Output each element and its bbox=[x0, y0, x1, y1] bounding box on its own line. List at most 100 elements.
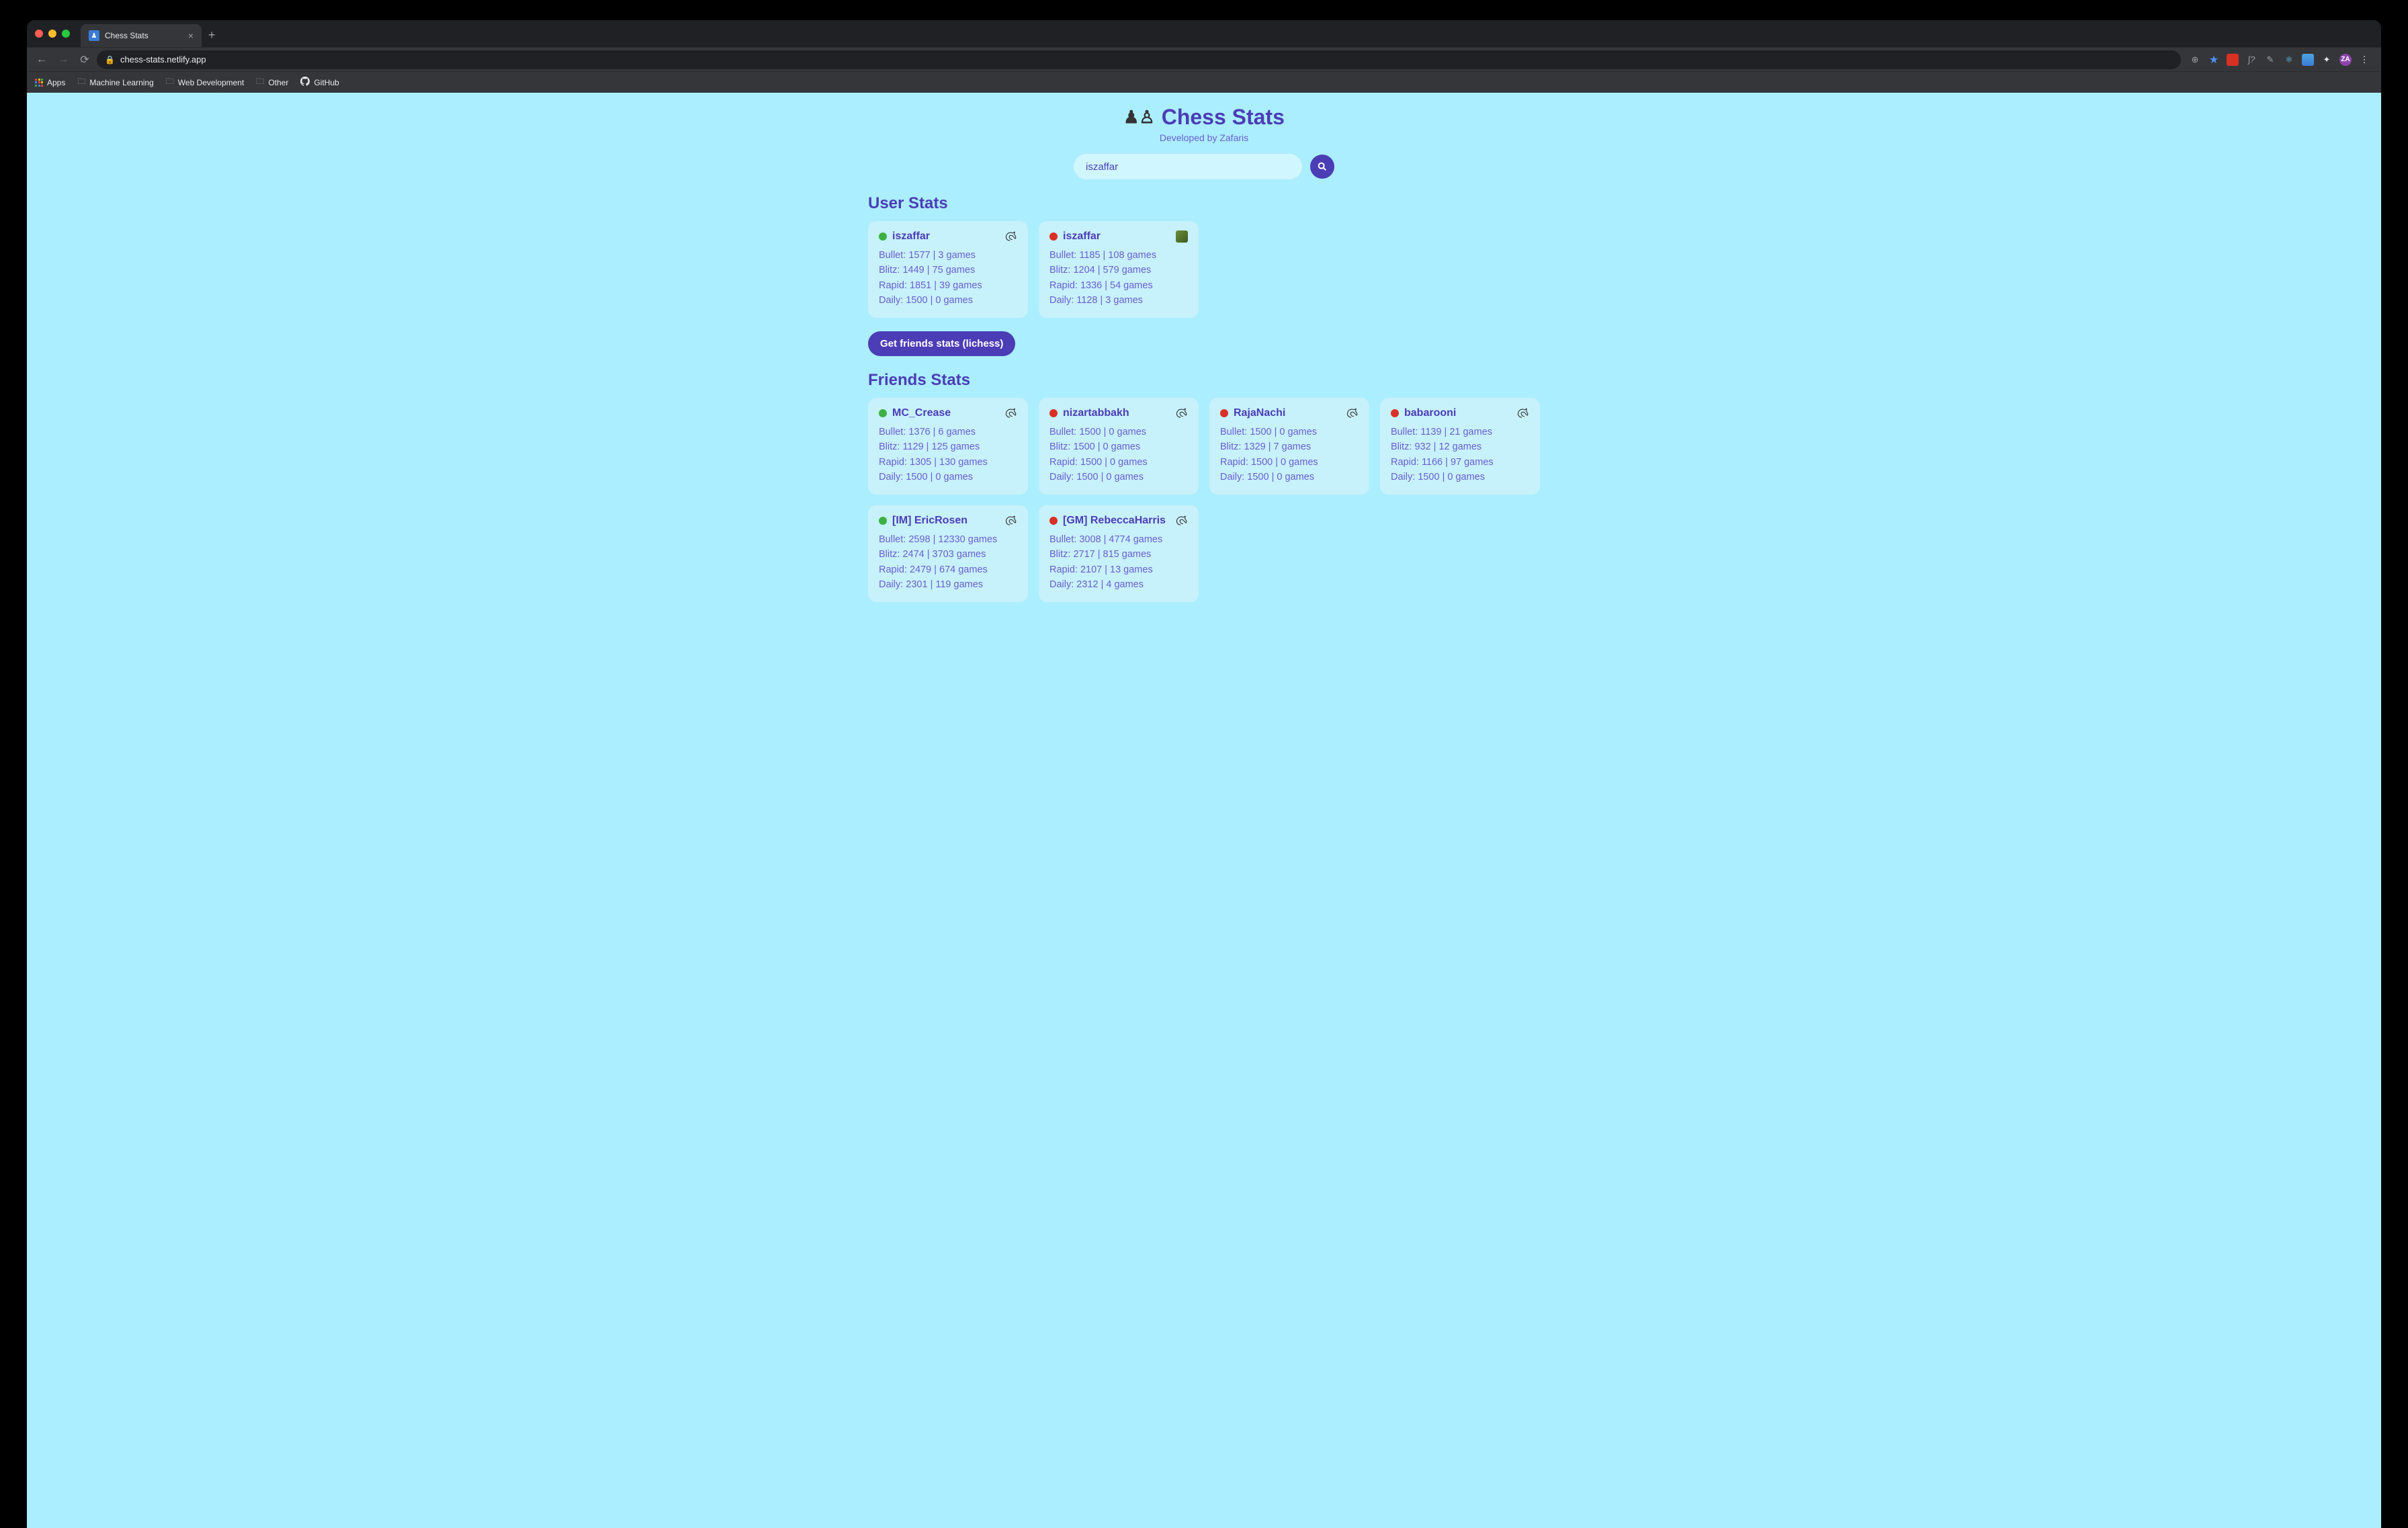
url-field[interactable]: 🔒 chess-stats.netlify.app bbox=[97, 50, 2181, 69]
extension-icon-3[interactable]: ✎ bbox=[2264, 54, 2276, 66]
github-icon bbox=[300, 77, 310, 88]
stat-bullet: Bullet: 1500 | 0 games bbox=[1049, 425, 1188, 439]
bookmark-label: Other bbox=[268, 78, 288, 87]
stat-daily: Daily: 2312 | 4 games bbox=[1049, 577, 1188, 592]
browser-menu-button[interactable]: ⋮ bbox=[2358, 54, 2370, 66]
bookmark-apps[interactable]: Apps bbox=[35, 78, 65, 87]
lichess-icon bbox=[1346, 407, 1359, 419]
stat-rapid: Rapid: 1336 | 54 games bbox=[1049, 278, 1188, 293]
url-bar: ← → ⟳ 🔒 chess-stats.netlify.app ⊕ ★ ∫? ✎… bbox=[27, 47, 2381, 71]
lichess-icon bbox=[1517, 407, 1529, 419]
tab-bar: ♟ Chess Stats × + bbox=[27, 20, 2381, 47]
card-header: iszaffar bbox=[879, 230, 1017, 243]
tab-favicon: ♟ bbox=[89, 30, 99, 41]
card-header: RajaNachi bbox=[1220, 407, 1359, 419]
browser-window: ♟ Chess Stats × + ← → ⟳ 🔒 chess-stats.ne… bbox=[27, 20, 2381, 1528]
stat-daily: Daily: 1500 | 0 games bbox=[1391, 470, 1529, 484]
stat-bullet: Bullet: 3008 | 4774 games bbox=[1049, 532, 1188, 547]
stat-blitz: Blitz: 1449 | 75 games bbox=[879, 263, 1017, 278]
stat-bullet: Bullet: 1376 | 6 games bbox=[879, 425, 1017, 439]
new-tab-button[interactable]: + bbox=[208, 26, 216, 42]
folder-icon: 🗀 bbox=[166, 75, 174, 89]
bookmark-folder-web[interactable]: 🗀 Web Development bbox=[166, 75, 245, 89]
stat-bullet: Bullet: 1577 | 3 games bbox=[879, 248, 1017, 263]
bookmark-github[interactable]: GitHub bbox=[300, 77, 339, 88]
stat-bullet: Bullet: 1139 | 21 games bbox=[1391, 425, 1529, 439]
extension-icon-1[interactable] bbox=[2227, 54, 2239, 66]
get-friends-button[interactable]: Get friends stats (lichess) bbox=[868, 331, 1015, 356]
close-window-button[interactable] bbox=[35, 30, 43, 38]
apps-icon bbox=[35, 79, 43, 87]
bookmark-label: GitHub bbox=[314, 78, 339, 87]
search-button[interactable] bbox=[1310, 155, 1334, 179]
reload-button[interactable]: ⟳ bbox=[75, 50, 94, 69]
bookmark-folder-ml[interactable]: 🗀 Machine Learning bbox=[77, 75, 153, 89]
minimize-window-button[interactable] bbox=[48, 30, 56, 38]
card-username: iszaffar bbox=[892, 230, 1000, 243]
stat-daily: Daily: 1500 | 0 games bbox=[1220, 470, 1359, 484]
lichess-icon bbox=[1005, 230, 1017, 243]
stats-card: MC_Crease Bullet: 1376 | 6 games Blitz: … bbox=[868, 398, 1028, 495]
page-viewport[interactable]: ♟♙ Chess Stats Developed by Zafaris User… bbox=[27, 93, 2381, 1528]
extension-icon-4[interactable] bbox=[2302, 54, 2314, 66]
toolbar-right: ⊕ ★ ∫? ✎ ⚛ ✦ ZA ⋮ bbox=[2184, 54, 2376, 66]
chess-icon: ♟♙ bbox=[1123, 107, 1155, 128]
stat-bullet: Bullet: 2598 | 12330 games bbox=[879, 532, 1017, 547]
lichess-icon bbox=[1176, 515, 1188, 527]
stat-blitz: Blitz: 2474 | 3703 games bbox=[879, 547, 1017, 562]
status-dot-online bbox=[879, 409, 887, 417]
extension-icon-2[interactable]: ∫? bbox=[2245, 54, 2258, 66]
card-username: [IM] EricRosen bbox=[892, 515, 1000, 527]
page-title: ♟♙ Chess Stats bbox=[868, 105, 1540, 130]
bookmarks-bar: Apps 🗀 Machine Learning 🗀 Web Developmen… bbox=[27, 71, 2381, 93]
card-username: MC_Crease bbox=[892, 407, 1000, 419]
card-username: RajaNachi bbox=[1234, 407, 1341, 419]
page-title-text: Chess Stats bbox=[1162, 105, 1285, 130]
status-dot-online bbox=[879, 232, 887, 241]
stat-rapid: Rapid: 1851 | 39 games bbox=[879, 278, 1017, 293]
zoom-icon[interactable]: ⊕ bbox=[2189, 54, 2201, 66]
card-username: iszaffar bbox=[1063, 230, 1170, 243]
card-header: [IM] EricRosen bbox=[879, 515, 1017, 527]
page-subtitle: Developed by Zafaris bbox=[868, 132, 1540, 143]
stat-blitz: Blitz: 2717 | 815 games bbox=[1049, 547, 1188, 562]
extensions-button[interactable]: ✦ bbox=[2321, 54, 2333, 66]
stat-daily: Daily: 1128 | 3 games bbox=[1049, 293, 1188, 308]
url-text: chess-stats.netlify.app bbox=[120, 54, 206, 65]
stat-blitz: Blitz: 1204 | 579 games bbox=[1049, 263, 1188, 278]
profile-avatar[interactable]: ZA bbox=[2339, 54, 2352, 66]
browser-tab[interactable]: ♟ Chess Stats × bbox=[81, 24, 202, 47]
maximize-window-button[interactable] bbox=[62, 30, 70, 38]
stat-blitz: Blitz: 1500 | 0 games bbox=[1049, 439, 1188, 454]
lichess-icon bbox=[1005, 407, 1017, 419]
friends-stats-heading: Friends Stats bbox=[868, 371, 1540, 390]
stat-rapid: Rapid: 2107 | 13 games bbox=[1049, 562, 1188, 577]
card-header: [GM] RebeccaHarris bbox=[1049, 515, 1188, 527]
card-username: [GM] RebeccaHarris bbox=[1063, 515, 1170, 527]
bookmark-folder-other[interactable]: 🗀 Other bbox=[256, 75, 288, 89]
stat-rapid: Rapid: 1305 | 130 games bbox=[879, 455, 1017, 470]
card-header: babarooni bbox=[1391, 407, 1529, 419]
react-devtools-icon[interactable]: ⚛ bbox=[2283, 54, 2295, 66]
card-header: iszaffar bbox=[1049, 230, 1188, 243]
stat-daily: Daily: 1500 | 0 games bbox=[1049, 470, 1188, 484]
window-controls bbox=[35, 30, 70, 38]
stats-card: iszaffar Bullet: 1577 | 3 games Blitz: 1… bbox=[868, 221, 1028, 318]
back-button[interactable]: ← bbox=[32, 50, 51, 69]
stat-blitz: Blitz: 1329 | 7 games bbox=[1220, 439, 1359, 454]
card-header: nizartabbakh bbox=[1049, 407, 1188, 419]
stat-daily: Daily: 1500 | 0 games bbox=[879, 470, 1017, 484]
search-row bbox=[868, 154, 1540, 179]
stats-card: [IM] EricRosen Bullet: 2598 | 12330 game… bbox=[868, 505, 1028, 602]
close-tab-button[interactable]: × bbox=[188, 30, 194, 41]
bookmark-star-icon[interactable]: ★ bbox=[2208, 54, 2220, 66]
status-dot-offline bbox=[1391, 409, 1399, 417]
stats-card: RajaNachi Bullet: 1500 | 0 games Blitz: … bbox=[1209, 398, 1369, 495]
stat-bullet: Bullet: 1185 | 108 games bbox=[1049, 248, 1188, 263]
page-content: ♟♙ Chess Stats Developed by Zafaris User… bbox=[868, 93, 1540, 629]
status-dot-online bbox=[879, 517, 887, 525]
forward-button[interactable]: → bbox=[54, 50, 73, 69]
search-input[interactable] bbox=[1074, 154, 1302, 179]
user-stats-heading: User Stats bbox=[868, 194, 1540, 213]
stats-card: babarooni Bullet: 1139 | 21 games Blitz:… bbox=[1380, 398, 1540, 495]
